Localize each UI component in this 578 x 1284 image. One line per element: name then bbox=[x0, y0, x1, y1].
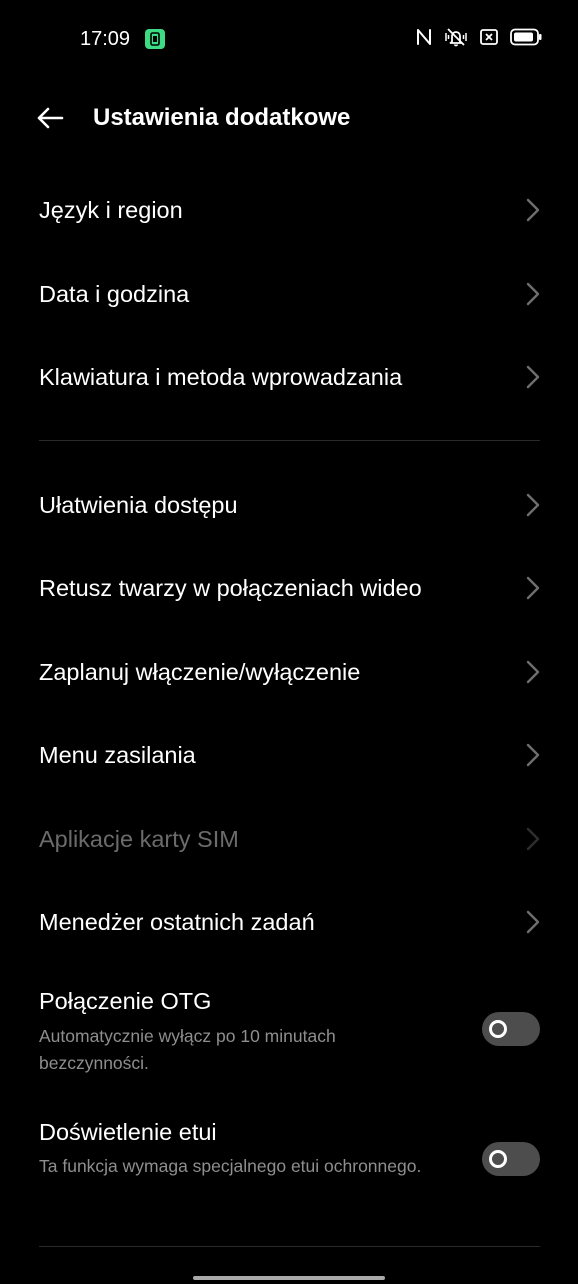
section-divider bbox=[39, 440, 540, 441]
status-bar: 17:09 bbox=[0, 0, 578, 78]
nfc-icon bbox=[416, 27, 432, 52]
item-label: Zaplanuj włączenie/wyłączenie bbox=[39, 659, 361, 685]
menu-item-recent-tasks[interactable]: Menedżer ostatnich zadań bbox=[0, 892, 578, 952]
back-button[interactable] bbox=[30, 100, 70, 136]
item-label: Menu zasilania bbox=[39, 742, 196, 768]
item-label: Data i godzina bbox=[39, 281, 190, 307]
chevron-right-icon bbox=[526, 743, 540, 767]
home-indicator[interactable] bbox=[193, 1276, 385, 1280]
item-label: Menedżer ostatnich zadań bbox=[39, 909, 315, 935]
item-label: Język i region bbox=[39, 197, 183, 223]
status-icons bbox=[416, 27, 542, 52]
chevron-right-icon bbox=[526, 493, 540, 517]
section-divider bbox=[39, 1246, 540, 1247]
item-description: Ta funkcja wymaga specjalnego etui ochro… bbox=[39, 1156, 422, 1176]
setting-otg-connection: Połączenie OTG Automatycznie wyłącz po 1… bbox=[0, 982, 578, 1082]
menu-item-date-time[interactable]: Data i godzina bbox=[0, 264, 578, 324]
page-title: Ustawienia dodatkowe bbox=[93, 104, 351, 131]
menu-item-schedule-power[interactable]: Zaplanuj włączenie/wyłączenie bbox=[0, 642, 578, 702]
status-time: 17:09 bbox=[80, 28, 131, 50]
item-label: Retusz twarzy w połączeniach wideo bbox=[39, 575, 422, 601]
menu-item-face-retouch[interactable]: Retusz twarzy w połączeniach wideo bbox=[0, 558, 578, 618]
chevron-right-icon bbox=[526, 282, 540, 306]
item-label: Doświetlenie etui bbox=[39, 1119, 217, 1145]
toggle-knob bbox=[489, 1020, 507, 1038]
menu-item-keyboard-input[interactable]: Klawiatura i metoda wprowadzania bbox=[0, 347, 578, 407]
chevron-right-icon bbox=[526, 660, 540, 684]
sim-error-icon bbox=[480, 28, 498, 51]
chevron-right-icon bbox=[526, 576, 540, 600]
top-app-bar: Ustawienia dodatkowe bbox=[0, 86, 578, 150]
item-description: Automatycznie wyłącz po 10 minutach bezc… bbox=[39, 1026, 336, 1073]
chevron-right-icon bbox=[526, 198, 540, 222]
case-light-toggle[interactable] bbox=[482, 1142, 540, 1176]
chevron-right-icon bbox=[526, 827, 540, 851]
item-label: Ułatwienia dostępu bbox=[39, 492, 238, 518]
setting-case-light: Doświetlenie etui Ta funkcja wymaga spec… bbox=[0, 1113, 578, 1213]
arrow-left-icon bbox=[37, 107, 64, 129]
menu-item-language-region[interactable]: Język i region bbox=[0, 180, 578, 240]
app-notification-icon bbox=[145, 29, 165, 49]
item-label: Aplikacje karty SIM bbox=[39, 826, 239, 852]
toggle-knob bbox=[489, 1150, 507, 1168]
battery-icon bbox=[510, 28, 542, 51]
menu-item-power-menu[interactable]: Menu zasilania bbox=[0, 725, 578, 785]
menu-item-sim-apps: Aplikacje karty SIM bbox=[0, 809, 578, 869]
item-label: Klawiatura i metoda wprowadzania bbox=[39, 364, 403, 390]
otg-toggle[interactable] bbox=[482, 1012, 540, 1046]
vibrate-silent-icon bbox=[444, 27, 468, 52]
menu-item-accessibility[interactable]: Ułatwienia dostępu bbox=[0, 475, 578, 535]
item-label: Połączenie OTG bbox=[39, 988, 212, 1014]
chevron-right-icon bbox=[526, 365, 540, 389]
chevron-right-icon bbox=[526, 910, 540, 934]
